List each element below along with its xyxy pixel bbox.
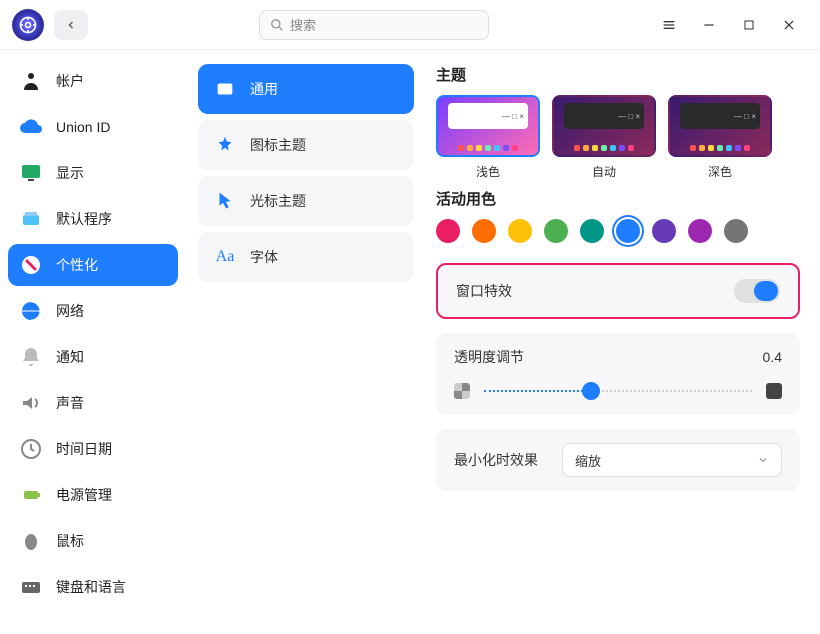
sidebar-item-time[interactable]: 时间日期 [8, 428, 178, 470]
theme-label: 浅色 [436, 163, 540, 180]
sidebar-item-label: Union ID [56, 119, 110, 135]
theme-label: 深色 [668, 163, 772, 180]
icontheme-icon [214, 134, 236, 156]
transparent-icon [454, 383, 470, 399]
submenu-item-label: 图标主题 [250, 135, 306, 155]
sidebar-item-label: 鼠标 [56, 531, 84, 551]
accent-color-6[interactable] [652, 219, 676, 243]
window-effects-card: 窗口特效 [436, 263, 800, 319]
time-icon [18, 436, 44, 462]
minimize-card: 最小化时效果 缩放 [436, 429, 800, 491]
sidebar-item-label: 电源管理 [56, 485, 112, 505]
general-icon [214, 78, 236, 100]
sidebar-item-network[interactable]: 网络 [8, 290, 178, 332]
submenu: 通用图标主题光标主题 Aa 字体 [186, 50, 426, 634]
main-panel: 主题 — □ ×浅色— □ ×自动— □ ×深色 活动用色 窗口特效 透明度调节… [426, 50, 820, 634]
submenu-item-label: 通用 [250, 79, 278, 99]
accent-color-5[interactable] [616, 219, 640, 243]
submenu-item-icontheme[interactable]: 图标主题 [198, 120, 414, 170]
sidebar-item-defaults[interactable]: 默认程序 [8, 198, 178, 240]
sidebar-item-label: 时间日期 [56, 439, 112, 459]
sidebar-item-label: 网络 [56, 301, 84, 321]
accent-color-1[interactable] [472, 219, 496, 243]
maximize-button[interactable] [740, 16, 758, 34]
sidebar-item-label: 个性化 [56, 255, 98, 275]
sidebar: 帐户 Union ID 显示默认程序个性化网络通知声音时间日期电源管理鼠标键盘和语言 [0, 50, 186, 634]
menu-button[interactable] [660, 16, 678, 34]
sidebar-item-label: 键盘和语言 [56, 577, 126, 597]
sidebar-item-label: 声音 [56, 393, 84, 413]
accent-color-2[interactable] [508, 219, 532, 243]
mouse-icon [18, 528, 44, 554]
keyboard-icon [18, 574, 44, 600]
cloud-icon [18, 114, 44, 140]
search-input[interactable]: 搜索 [259, 10, 489, 40]
sidebar-item-label: 默认程序 [56, 209, 112, 229]
theme-auto[interactable]: — □ ×自动 [552, 95, 656, 180]
accent-color-0[interactable] [436, 219, 460, 243]
accent-color-3[interactable] [544, 219, 568, 243]
opacity-slider[interactable] [484, 381, 752, 401]
chevron-down-icon [757, 454, 769, 466]
submenu-item-label: 光标主题 [250, 191, 306, 211]
font-icon: Aa [214, 246, 236, 268]
search-placeholder: 搜索 [290, 15, 316, 34]
sidebar-item-label: 帐户 [56, 71, 84, 91]
window-effects-toggle[interactable] [734, 279, 780, 303]
sidebar-item-cloud[interactable]: Union ID [8, 106, 178, 148]
sidebar-item-sound[interactable]: 声音 [8, 382, 178, 424]
theme-light[interactable]: — □ ×浅色 [436, 95, 540, 180]
sidebar-item-display[interactable]: 显示 [8, 152, 178, 194]
titlebar: 搜索 [0, 0, 820, 50]
window-effects-label: 窗口特效 [456, 281, 512, 301]
accent-color-4[interactable] [580, 219, 604, 243]
sidebar-item-label: 通知 [56, 347, 84, 367]
sidebar-item-keyboard[interactable]: 键盘和语言 [8, 566, 178, 608]
submenu-item-label: 字体 [250, 247, 278, 267]
personalize-icon [18, 252, 44, 278]
colors-section-title: 活动用色 [436, 188, 800, 209]
sidebar-item-label: 显示 [56, 163, 84, 183]
display-icon [18, 160, 44, 186]
opacity-label: 透明度调节 [454, 347, 524, 367]
sidebar-item-personalize[interactable]: 个性化 [8, 244, 178, 286]
minimize-select[interactable]: 缩放 [562, 443, 782, 477]
submenu-item-font[interactable]: Aa 字体 [198, 232, 414, 282]
network-icon [18, 298, 44, 324]
accent-color-8[interactable] [724, 219, 748, 243]
close-button[interactable] [780, 16, 798, 34]
account-icon [18, 68, 44, 94]
power-icon [18, 482, 44, 508]
app-icon [12, 9, 44, 41]
submenu-item-general[interactable]: 通用 [198, 64, 414, 114]
defaults-icon [18, 206, 44, 232]
minimize-label: 最小化时效果 [454, 450, 538, 470]
back-button[interactable] [54, 10, 88, 40]
theme-section-title: 主题 [436, 64, 800, 85]
theme-label: 自动 [552, 163, 656, 180]
cursortheme-icon [214, 190, 236, 212]
accent-color-7[interactable] [688, 219, 712, 243]
sidebar-item-account[interactable]: 帐户 [8, 60, 178, 102]
sidebar-item-notify[interactable]: 通知 [8, 336, 178, 378]
sidebar-item-mouse[interactable]: 鼠标 [8, 520, 178, 562]
opaque-icon [766, 383, 782, 399]
theme-dark[interactable]: — □ ×深色 [668, 95, 772, 180]
sound-icon [18, 390, 44, 416]
opacity-value: 0.4 [763, 349, 782, 365]
minimize-value: 缩放 [575, 451, 601, 470]
sidebar-item-power[interactable]: 电源管理 [8, 474, 178, 516]
submenu-item-cursortheme[interactable]: 光标主题 [198, 176, 414, 226]
opacity-card: 透明度调节 0.4 [436, 333, 800, 415]
notify-icon [18, 344, 44, 370]
minimize-button[interactable] [700, 16, 718, 34]
